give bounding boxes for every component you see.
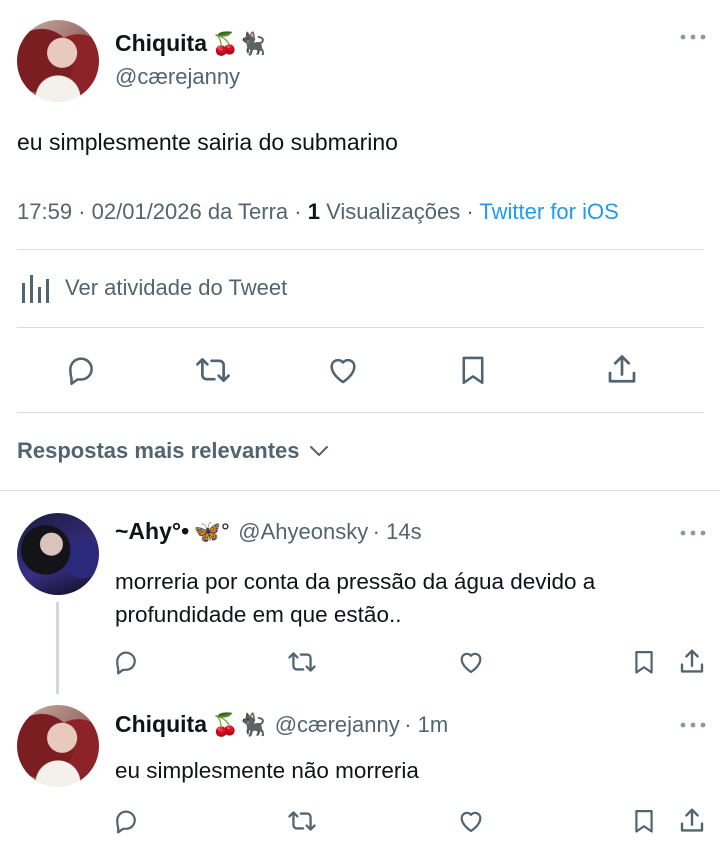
more-icon[interactable] (680, 720, 706, 730)
replies-header: Respostas mais relevantes (17, 438, 300, 463)
reply-text: morreria por conta da pressão da água de… (115, 565, 595, 631)
display-name[interactable]: ~Ahy°• (115, 518, 189, 544)
tweet-text: eu simplesmente sairia do submarino (17, 129, 398, 155)
replies-sort-toggle[interactable]: Respostas mais relevantes (17, 438, 330, 464)
tweet-meta: 17:59 · 02/01/2026 da Terra · 1 Visualiz… (17, 199, 619, 224)
name-emoji: 🍒🐈‍⬛ (211, 31, 267, 56)
divider (17, 412, 704, 413)
divider (0, 490, 720, 491)
reply-icon[interactable] (112, 648, 140, 676)
divider (17, 249, 704, 250)
reply-header: Chiquita 🍒🐈‍⬛ @cærejanny · 1m (115, 711, 449, 737)
share-icon[interactable] (604, 352, 640, 388)
name-emoji: 🍒🐈‍⬛ (211, 712, 267, 737)
reply-text: eu simplesmente não morreria (115, 758, 419, 783)
reply-icon[interactable] (64, 353, 98, 387)
divider (17, 327, 704, 328)
analytics-icon (21, 271, 51, 305)
avatar[interactable] (17, 705, 99, 787)
author-handle[interactable]: @cærejanny (115, 64, 240, 90)
display-name: Chiquita (115, 30, 207, 56)
reply-icon[interactable] (112, 807, 140, 835)
retweet-icon[interactable] (193, 353, 233, 387)
reply-text-line: morreria por conta da pressão da água de… (115, 569, 596, 594)
reply-header: ~Ahy°• 🦋° @Ahyeonsky · 14s (115, 518, 422, 544)
retweet-icon[interactable] (286, 807, 318, 835)
tweet-date[interactable]: 02/01/2026 da Terra (92, 199, 289, 224)
author-handle[interactable]: @Ahyeonsky (238, 519, 368, 544)
bookmark-icon[interactable] (630, 648, 658, 676)
bookmark-icon[interactable] (630, 807, 658, 835)
heart-icon[interactable] (457, 807, 485, 835)
more-icon[interactable] (680, 528, 706, 538)
more-icon[interactable] (680, 32, 706, 42)
display-name[interactable]: Chiquita (115, 711, 207, 737)
chevron-down-icon (308, 443, 330, 459)
avatar[interactable] (17, 20, 99, 102)
tweet-activity-link[interactable]: Ver atividade do Tweet (17, 270, 287, 306)
activity-label: Ver atividade do Tweet (65, 275, 288, 300)
heart-icon[interactable] (326, 353, 360, 387)
reply-text-line: profundidade em que estão.. (115, 602, 402, 627)
share-icon[interactable] (677, 806, 707, 836)
name-emoji: 🦋° (193, 519, 230, 544)
author-name[interactable]: Chiquita 🍒🐈‍⬛ (115, 30, 266, 57)
heart-icon[interactable] (457, 648, 485, 676)
views-label: Visualizações (326, 199, 461, 224)
bookmark-icon[interactable] (456, 353, 490, 387)
views-count: 1 (307, 199, 320, 224)
reply-time[interactable]: 1m (418, 712, 449, 737)
retweet-icon[interactable] (286, 648, 318, 676)
tweet-time[interactable]: 17:59 (17, 199, 72, 224)
reply-time[interactable]: 14s (386, 519, 421, 544)
author-handle[interactable]: @cærejanny (275, 712, 400, 737)
share-icon[interactable] (677, 647, 707, 677)
avatar[interactable] (17, 513, 99, 595)
source-link[interactable]: Twitter for iOS (479, 199, 618, 224)
thread-line (56, 602, 59, 694)
